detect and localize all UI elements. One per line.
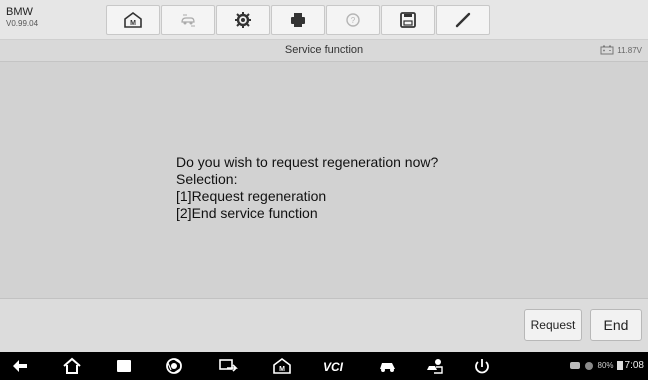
- help-button[interactable]: ?: [326, 5, 380, 35]
- browser-icon: [166, 358, 182, 374]
- battery-percent: 80%: [597, 361, 614, 370]
- vehicle-voltage: 11.87V: [600, 45, 642, 55]
- print-button[interactable]: [271, 5, 325, 35]
- voltage-value: 11.87V: [617, 45, 642, 55]
- settings-button[interactable]: [216, 5, 270, 35]
- toolbar-buttons: M ?: [106, 5, 491, 35]
- nav-back[interactable]: [8, 356, 32, 376]
- dialog-content: Do you wish to request regeneration now?…: [0, 62, 648, 298]
- system-navbar: M VCI 80% 7:08: [0, 352, 648, 380]
- title-bar: Service function 11.87V: [0, 40, 648, 62]
- message-selection-label: Selection:: [176, 171, 238, 187]
- help-icon: ?: [346, 13, 360, 27]
- nav-vehicle[interactable]: [376, 356, 400, 376]
- vci-icon: VCI: [323, 360, 344, 374]
- home-icon: M: [124, 12, 142, 28]
- nav-tech-support[interactable]: [422, 356, 446, 376]
- vehicle-swap-icon: [181, 14, 195, 27]
- save-icon: [400, 12, 416, 28]
- software-version: V0.99.04: [6, 19, 39, 29]
- vehicle-swap-button[interactable]: [161, 5, 215, 35]
- brand-block: BMW V0.99.04: [6, 6, 38, 29]
- top-toolbar: BMW V0.99.04 M ?: [0, 0, 648, 40]
- settings-icon: [235, 12, 251, 28]
- nav-maxifix[interactable]: M: [270, 356, 294, 376]
- home-button[interactable]: M: [106, 5, 160, 35]
- remote-icon: [219, 359, 238, 372]
- nav-home[interactable]: [60, 356, 84, 376]
- nav-power[interactable]: [470, 356, 494, 376]
- chat-icon: [569, 362, 580, 369]
- page-title: Service function: [284, 44, 364, 56]
- power-icon: [475, 359, 489, 374]
- action-bar: Request End: [0, 298, 648, 352]
- message-option-1: [1]Request regeneration: [176, 188, 327, 204]
- recent-apps-icon: [117, 360, 131, 372]
- edit-icon: [455, 12, 471, 28]
- tech-support-icon: [427, 359, 443, 374]
- back-icon: [13, 360, 27, 372]
- edit-button[interactable]: [436, 5, 490, 35]
- print-icon: [291, 13, 305, 27]
- status-bar-right: 80% 7:08: [569, 360, 644, 371]
- vehicle-icon: [380, 363, 395, 372]
- vehicle-brand: BMW: [6, 6, 33, 18]
- message-option-2: [2]End service function: [176, 205, 318, 221]
- nav-browser[interactable]: [162, 356, 186, 376]
- battery-icon: [616, 361, 623, 370]
- save-button[interactable]: [381, 5, 435, 35]
- message-question: Do you wish to request regeneration now?: [176, 154, 439, 170]
- nav-recent-apps[interactable]: [112, 356, 136, 376]
- vci-label: VCI: [323, 360, 344, 374]
- clock-time: 7:08: [624, 360, 644, 371]
- svg-text:M: M: [130, 20, 136, 27]
- car-battery-icon: [600, 45, 614, 55]
- request-button[interactable]: Request: [524, 309, 582, 341]
- notification-icon: [584, 361, 593, 370]
- home-icon: [63, 357, 81, 374]
- nav-remote[interactable]: [216, 356, 240, 376]
- svg-text:?: ?: [351, 16, 356, 25]
- end-button[interactable]: End: [590, 309, 642, 341]
- message-text: Do you wish to request regeneration now?…: [176, 154, 438, 222]
- nav-vci[interactable]: VCI: [322, 356, 352, 376]
- svg-text:M: M: [279, 366, 285, 373]
- maxifix-icon: M: [273, 358, 291, 374]
